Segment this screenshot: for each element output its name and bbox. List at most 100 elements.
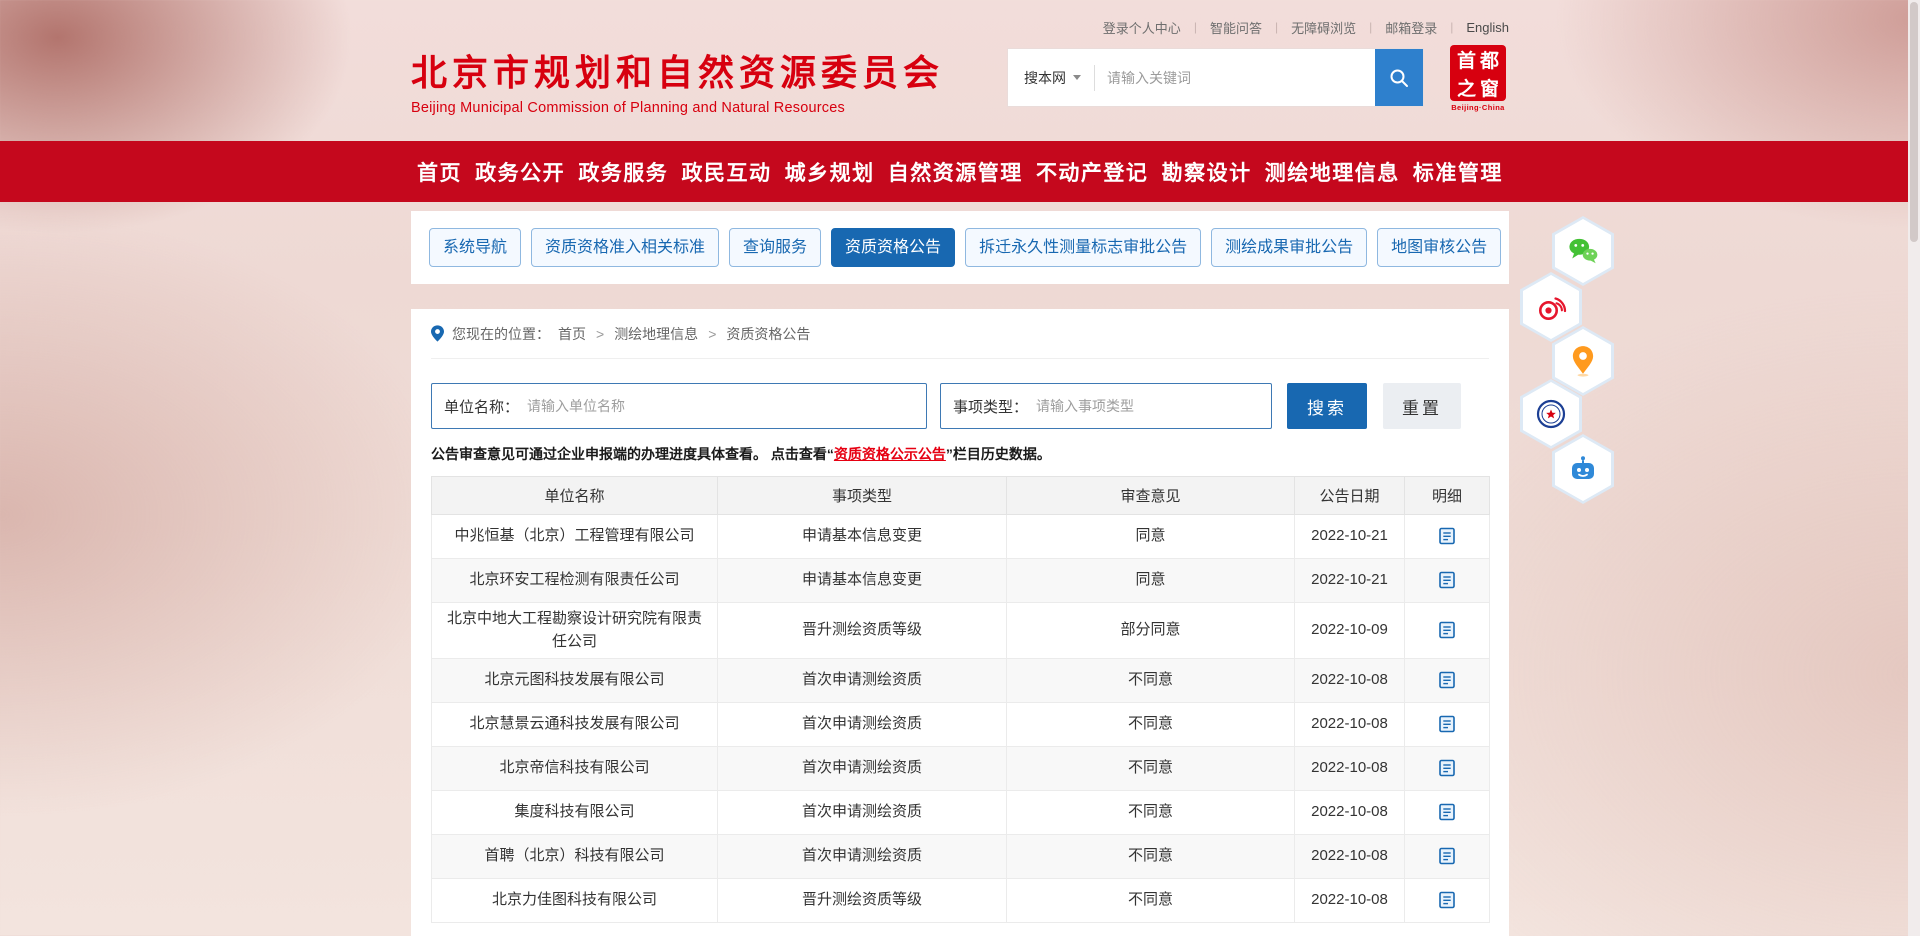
notice-text: 公告审查意见可通过企业申报端的办理进度具体查看。 点击查看“资质资格公示公告”栏… xyxy=(431,444,1489,464)
cell-company: 北京慧景云通科技发展有限公司 xyxy=(432,703,718,747)
nav-item-home[interactable]: 首页 xyxy=(417,157,462,187)
search-scope-select[interactable]: 搜本网 xyxy=(1008,68,1094,88)
tab-system-nav[interactable]: 系统导航 xyxy=(429,228,521,267)
seal-characters: 首都 之窗 xyxy=(1450,45,1506,101)
breadcrumb: 您现在的位置： 首页 > 测绘地理信息 > 资质资格公告 xyxy=(431,309,1489,359)
col-header-company: 单位名称 xyxy=(432,477,718,515)
cell-opinion: 不同意 xyxy=(1007,659,1295,703)
tab-map-review-notice[interactable]: 地图审核公告 xyxy=(1377,228,1501,267)
detail-button[interactable] xyxy=(1437,620,1457,640)
cell-company: 北京帝信科技有限公司 xyxy=(432,747,718,791)
table-row: 北京中地大工程勘察设计研究院有限责任公司 晋升测绘资质等级 部分同意 2022-… xyxy=(432,603,1490,659)
cell-company: 中兆恒基（北京）工程管理有限公司 xyxy=(432,515,718,559)
separator: | xyxy=(1275,20,1278,34)
nav-item-natural-resources[interactable]: 自然资源管理 xyxy=(888,157,1023,187)
detail-button[interactable] xyxy=(1437,758,1457,778)
public-notice-history-link[interactable]: 资质资格公示公告 xyxy=(834,446,946,462)
capital-window-logo[interactable]: 首都 之窗 Beijing·China xyxy=(1447,45,1509,112)
tab-demolition-survey-marker-notice[interactable]: 拆迁永久性测量标志审批公告 xyxy=(965,228,1201,267)
nav-item-gov-affairs[interactable]: 政务公开 xyxy=(475,157,565,187)
weibo-button[interactable] xyxy=(1520,272,1582,342)
filter-search-button[interactable]: 搜索 xyxy=(1287,383,1367,429)
scrollbar[interactable] xyxy=(1908,0,1920,936)
detail-button[interactable] xyxy=(1437,714,1457,734)
qualification-table: 单位名称 事项类型 审查意见 公告日期 明细 中兆恒基（北京）工程管理有限公司 … xyxy=(431,476,1490,923)
breadcrumb-current: 资质资格公告 xyxy=(726,324,810,344)
detail-button[interactable] xyxy=(1437,570,1457,590)
cell-company: 北京力佳图科技有限公司 xyxy=(432,879,718,923)
cell-date: 2022-10-09 xyxy=(1295,603,1405,659)
breadcrumb-home[interactable]: 首页 xyxy=(558,324,586,344)
cell-date: 2022-10-08 xyxy=(1295,659,1405,703)
filter-reset-button[interactable]: 重置 xyxy=(1383,383,1461,429)
assistant-button[interactable] xyxy=(1552,434,1614,504)
document-icon xyxy=(1437,570,1457,590)
cell-detail xyxy=(1405,747,1490,791)
document-icon xyxy=(1437,714,1457,734)
breadcrumb-separator: > xyxy=(708,326,716,342)
nav-item-real-estate-registration[interactable]: 不动产登记 xyxy=(1036,157,1149,187)
detail-button[interactable] xyxy=(1437,846,1457,866)
tab-qualification-notice[interactable]: 资质资格公告 xyxy=(831,228,955,267)
filter-bar: 单位名称： 事项类型： 搜索 重置 xyxy=(431,383,1489,429)
cell-detail xyxy=(1405,659,1490,703)
nav-item-urban-planning[interactable]: 城乡规划 xyxy=(785,157,875,187)
robot-assistant-icon xyxy=(1567,453,1599,485)
cell-item-type: 首次申请测绘资质 xyxy=(718,659,1007,703)
seal-caption: Beijing·China xyxy=(1447,103,1509,112)
site-title: 北京市规划和自然资源委员会 xyxy=(411,53,944,93)
primary-nav: 首页 政务公开 政务服务 政民互动 城乡规划 自然资源管理 不动产登记 勘察设计… xyxy=(0,141,1920,202)
table-row: 北京帝信科技有限公司 首次申请测绘资质 不同意 2022-10-08 xyxy=(432,747,1490,791)
search-button[interactable] xyxy=(1375,49,1423,106)
cell-item-type: 首次申请测绘资质 xyxy=(718,791,1007,835)
breadcrumb-geo-information[interactable]: 测绘地理信息 xyxy=(614,324,698,344)
location-pin-icon xyxy=(431,325,444,342)
chevron-down-icon xyxy=(1073,75,1081,80)
table-row: 首聘（北京）科技有限公司 首次申请测绘资质 不同意 2022-10-08 xyxy=(432,835,1490,879)
detail-button[interactable] xyxy=(1437,526,1457,546)
site-title-en: Beijing Municipal Commission of Planning… xyxy=(411,100,944,116)
col-header-item-type: 事项类型 xyxy=(718,477,1007,515)
separator: | xyxy=(1194,20,1197,34)
content-panel: 您现在的位置： 首页 > 测绘地理信息 > 资质资格公告 单位名称： 事项类型：… xyxy=(411,309,1509,936)
wechat-button[interactable] xyxy=(1552,216,1614,286)
site-header: 北京市规划和自然资源委员会 Beijing Municipal Commissi… xyxy=(0,40,1920,141)
nav-item-geo-information[interactable]: 测绘地理信息 xyxy=(1265,157,1400,187)
cell-detail xyxy=(1405,835,1490,879)
nav-item-gov-services[interactable]: 政务服务 xyxy=(578,157,668,187)
item-type-field: 事项类型： xyxy=(940,383,1272,429)
cell-item-type: 申请基本信息变更 xyxy=(718,515,1007,559)
tab-qualification-standards[interactable]: 资质资格准入相关标准 xyxy=(531,228,719,267)
cell-item-type: 申请基本信息变更 xyxy=(718,559,1007,603)
nav-item-public-interaction[interactable]: 政民互动 xyxy=(681,157,771,187)
document-icon xyxy=(1437,846,1457,866)
document-icon xyxy=(1437,758,1457,778)
detail-button[interactable] xyxy=(1437,802,1457,822)
scrollbar-thumb[interactable] xyxy=(1910,2,1918,242)
tab-survey-results-notice[interactable]: 测绘成果审批公告 xyxy=(1211,228,1367,267)
topbar-link-personal-center[interactable]: 登录个人中心 xyxy=(1103,18,1181,37)
search-input[interactable] xyxy=(1095,70,1375,86)
search-icon xyxy=(1388,67,1410,89)
cell-opinion: 不同意 xyxy=(1007,791,1295,835)
nav-item-standards[interactable]: 标准管理 xyxy=(1413,157,1503,187)
unit-name-input[interactable] xyxy=(527,398,914,414)
emblem-seal-icon xyxy=(1535,398,1567,430)
document-icon xyxy=(1437,670,1457,690)
search-scope-label: 搜本网 xyxy=(1024,68,1066,88)
item-type-input[interactable] xyxy=(1036,398,1259,414)
cell-date: 2022-10-08 xyxy=(1295,703,1405,747)
detail-button[interactable] xyxy=(1437,670,1457,690)
cell-opinion: 不同意 xyxy=(1007,835,1295,879)
cell-item-type: 晋升测绘资质等级 xyxy=(718,879,1007,923)
site-brand[interactable]: 北京市规划和自然资源委员会 Beijing Municipal Commissi… xyxy=(411,53,944,116)
topbar-link-mail-login[interactable]: 邮箱登录 xyxy=(1385,18,1437,37)
utility-bar: 登录个人中心 | 智能问答 | 无障碍浏览 | 邮箱登录 | English xyxy=(0,0,1920,40)
topbar-link-smart-qa[interactable]: 智能问答 xyxy=(1210,18,1262,37)
detail-button[interactable] xyxy=(1437,890,1457,910)
nav-item-survey-design[interactable]: 勘察设计 xyxy=(1162,157,1252,187)
document-icon xyxy=(1437,802,1457,822)
topbar-link-accessibility[interactable]: 无障碍浏览 xyxy=(1291,18,1356,37)
topbar-link-english[interactable]: English xyxy=(1466,20,1509,35)
tab-query-service[interactable]: 查询服务 xyxy=(729,228,821,267)
